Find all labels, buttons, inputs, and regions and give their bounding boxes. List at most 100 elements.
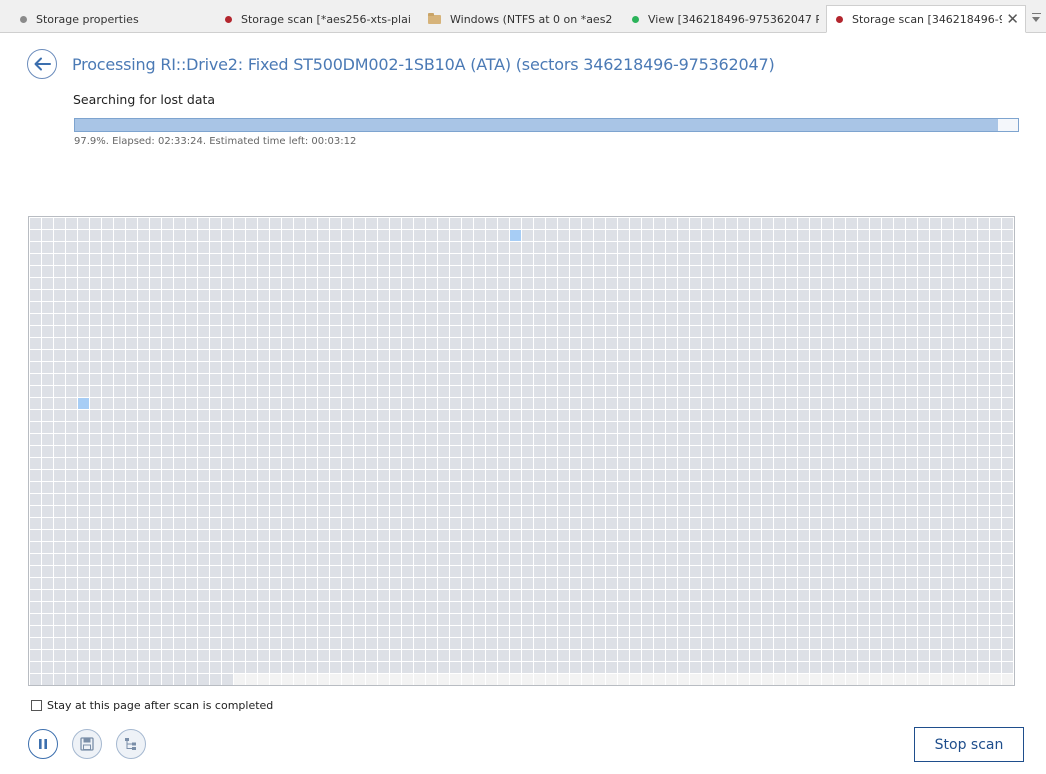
map-cell xyxy=(546,398,557,409)
map-cell xyxy=(366,494,377,505)
map-cell xyxy=(474,482,485,493)
map-cell-unscanned xyxy=(438,674,449,685)
map-cell xyxy=(678,614,689,625)
map-cell xyxy=(354,590,365,601)
map-cell xyxy=(582,602,593,613)
stop-scan-button[interactable]: Stop scan xyxy=(914,727,1024,762)
tab-storage-scan-active[interactable]: Storage scan [346218496-9... ✕ xyxy=(826,5,1026,33)
map-cell xyxy=(966,638,977,649)
map-cell xyxy=(462,302,473,313)
map-cell xyxy=(426,302,437,313)
tab-windows-ntfs[interactable]: Windows (NTFS at 0 on *aes2... xyxy=(420,6,612,33)
map-cell xyxy=(342,482,353,493)
map-cell xyxy=(186,518,197,529)
map-cell xyxy=(498,578,509,589)
map-cell xyxy=(594,494,605,505)
map-cell xyxy=(774,554,785,565)
map-cell xyxy=(534,254,545,265)
tab-view[interactable]: View [346218496-975362047 RI... xyxy=(623,6,819,33)
map-cell xyxy=(282,350,293,361)
map-cell xyxy=(222,650,233,661)
map-cell xyxy=(90,278,101,289)
map-cell xyxy=(378,626,389,637)
map-cell xyxy=(150,650,161,661)
map-cell xyxy=(714,230,725,241)
map-cell xyxy=(714,290,725,301)
back-button[interactable] xyxy=(27,49,57,79)
map-cell xyxy=(102,554,113,565)
map-cell xyxy=(870,254,881,265)
map-cell xyxy=(462,422,473,433)
map-cell xyxy=(174,338,185,349)
map-cell xyxy=(174,374,185,385)
map-cell xyxy=(306,242,317,253)
pause-button[interactable] xyxy=(28,729,58,759)
close-icon[interactable]: ✕ xyxy=(1006,10,1019,28)
map-cell xyxy=(966,602,977,613)
map-cell xyxy=(498,278,509,289)
map-cell xyxy=(618,362,629,373)
map-cell xyxy=(534,482,545,493)
map-cell xyxy=(342,626,353,637)
map-cell xyxy=(294,434,305,445)
map-cell xyxy=(930,566,941,577)
map-cell xyxy=(474,338,485,349)
map-cell xyxy=(198,302,209,313)
map-cell xyxy=(582,386,593,397)
map-cell xyxy=(942,638,953,649)
map-cell xyxy=(618,626,629,637)
stay-on-page-checkbox[interactable] xyxy=(31,700,42,711)
map-cell xyxy=(786,494,797,505)
map-cell xyxy=(894,470,905,481)
map-cell xyxy=(822,482,833,493)
map-cell xyxy=(570,506,581,517)
map-cell xyxy=(114,302,125,313)
map-cell xyxy=(882,386,893,397)
map-cell xyxy=(522,578,533,589)
map-cell xyxy=(378,362,389,373)
map-cell xyxy=(534,566,545,577)
map-cell xyxy=(702,242,713,253)
map-cell xyxy=(426,626,437,637)
map-cell xyxy=(630,530,641,541)
tab-list-menu-icon[interactable] xyxy=(1026,6,1046,28)
map-cell xyxy=(642,482,653,493)
map-cell-unscanned xyxy=(942,674,953,685)
map-cell xyxy=(390,554,401,565)
map-cell xyxy=(294,374,305,385)
map-cell xyxy=(174,314,185,325)
map-cell xyxy=(54,602,65,613)
map-cell xyxy=(30,278,41,289)
map-cell xyxy=(102,494,113,505)
map-cell xyxy=(486,554,497,565)
map-cell xyxy=(582,626,593,637)
map-cell xyxy=(762,506,773,517)
file-tree-button[interactable] xyxy=(116,729,146,759)
map-cell xyxy=(306,482,317,493)
tab-storage-scan-aes[interactable]: Storage scan [*aes256-xts-plain... xyxy=(215,6,410,33)
map-cell-unscanned xyxy=(666,674,677,685)
map-cell xyxy=(834,230,845,241)
save-button[interactable] xyxy=(72,729,102,759)
map-cell xyxy=(594,506,605,517)
map-cell xyxy=(510,338,521,349)
map-cell xyxy=(114,422,125,433)
map-cell xyxy=(294,254,305,265)
tab-storage-properties[interactable]: Storage properties xyxy=(10,6,210,33)
map-cell xyxy=(810,602,821,613)
map-cell-unscanned xyxy=(954,674,965,685)
map-cell xyxy=(90,458,101,469)
map-cell xyxy=(678,662,689,673)
map-cell xyxy=(762,314,773,325)
map-cell xyxy=(582,506,593,517)
map-cell xyxy=(306,578,317,589)
map-cell xyxy=(462,494,473,505)
map-cell xyxy=(702,626,713,637)
map-cell xyxy=(654,374,665,385)
map-cell xyxy=(582,590,593,601)
map-cell xyxy=(174,278,185,289)
map-cell xyxy=(858,326,869,337)
map-cell xyxy=(486,494,497,505)
map-cell xyxy=(846,278,857,289)
stay-on-page-option[interactable]: Stay at this page after scan is complete… xyxy=(31,699,273,712)
